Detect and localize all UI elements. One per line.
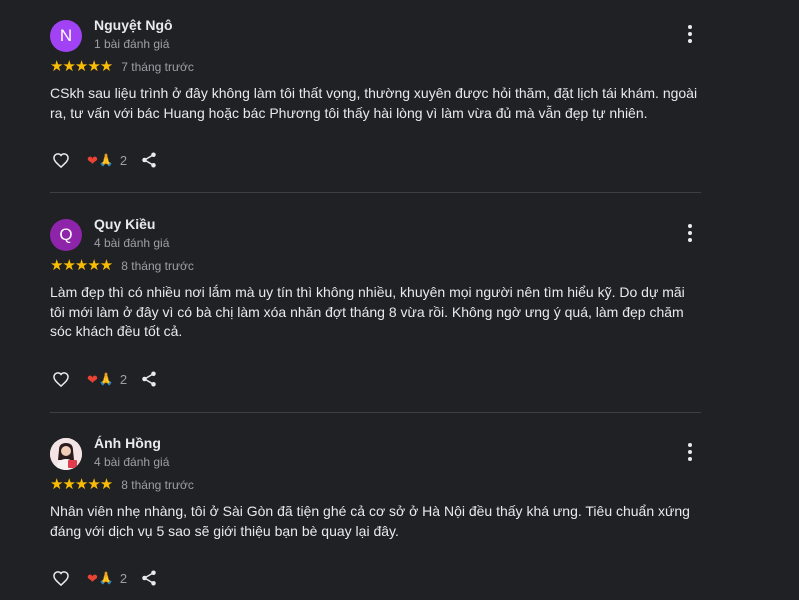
avatar[interactable]: N: [50, 20, 82, 52]
like-icon[interactable]: [50, 568, 72, 588]
reviewer-name[interactable]: Quy Kiều: [94, 216, 155, 232]
reactions[interactable]: ❤ 🙏 2: [87, 372, 127, 387]
review-count: 4 bài đánh giá: [94, 236, 170, 250]
heart-icon: ❤: [87, 371, 98, 387]
more-options-icon[interactable]: [684, 224, 696, 246]
like-icon[interactable]: [50, 150, 72, 170]
reaction-count: 2: [119, 570, 128, 586]
review-actions: ❤ 🙏 2: [50, 369, 158, 389]
profile-photo-icon: [50, 438, 82, 470]
review-count: 4 bài đánh giá: [94, 455, 170, 469]
share-icon[interactable]: [140, 151, 158, 169]
more-options-icon[interactable]: [684, 25, 696, 47]
review-actions: ❤ 🙏 2: [50, 568, 158, 588]
review-count: 1 bài đánh giá: [94, 37, 170, 51]
star-rating: ★★★★★: [50, 257, 113, 274]
share-icon[interactable]: [140, 569, 158, 587]
folded-hands-icon: 🙏: [98, 153, 114, 167]
review-text: CSkh sau liệu trình ở đây không làm tôi …: [50, 85, 698, 121]
avatar[interactable]: Q: [50, 219, 82, 251]
review-time: 8 tháng trước: [121, 259, 194, 273]
divider: [50, 192, 701, 193]
reaction-count: 2: [119, 152, 128, 168]
review-text: Làm đẹp thì có nhiều nơi lắm mà uy tín t…: [50, 284, 685, 339]
rating-row: ★★★★★ 7 tháng trước: [50, 59, 194, 75]
heart-icon: ❤: [87, 152, 98, 168]
review-actions: ❤ 🙏 2: [50, 150, 158, 170]
reactions[interactable]: ❤ 🙏 2: [87, 571, 127, 586]
share-icon[interactable]: [140, 370, 158, 388]
divider: [50, 412, 701, 413]
rating-row: ★★★★★ 8 tháng trước: [50, 477, 194, 493]
reviewer-name[interactable]: Nguyệt Ngô: [94, 17, 173, 33]
review-time: 8 tháng trước: [121, 478, 194, 492]
review-time: 7 tháng trước: [121, 60, 194, 74]
reactions[interactable]: ❤ 🙏 2: [87, 153, 127, 168]
folded-hands-icon: 🙏: [98, 372, 114, 386]
reviewer-name[interactable]: Ánh Hồng: [94, 435, 161, 451]
like-icon[interactable]: [50, 369, 72, 389]
avatar[interactable]: [50, 438, 82, 470]
star-rating: ★★★★★: [50, 58, 113, 75]
heart-icon: ❤: [87, 570, 98, 586]
more-options-icon[interactable]: [684, 443, 696, 465]
reaction-count: 2: [119, 371, 128, 387]
rating-row: ★★★★★ 8 tháng trước: [50, 258, 194, 274]
star-rating: ★★★★★: [50, 476, 113, 493]
folded-hands-icon: 🙏: [98, 571, 114, 585]
review-text: Nhân viên nhẹ nhàng, tôi ở Sài Gòn đã ti…: [50, 503, 690, 539]
